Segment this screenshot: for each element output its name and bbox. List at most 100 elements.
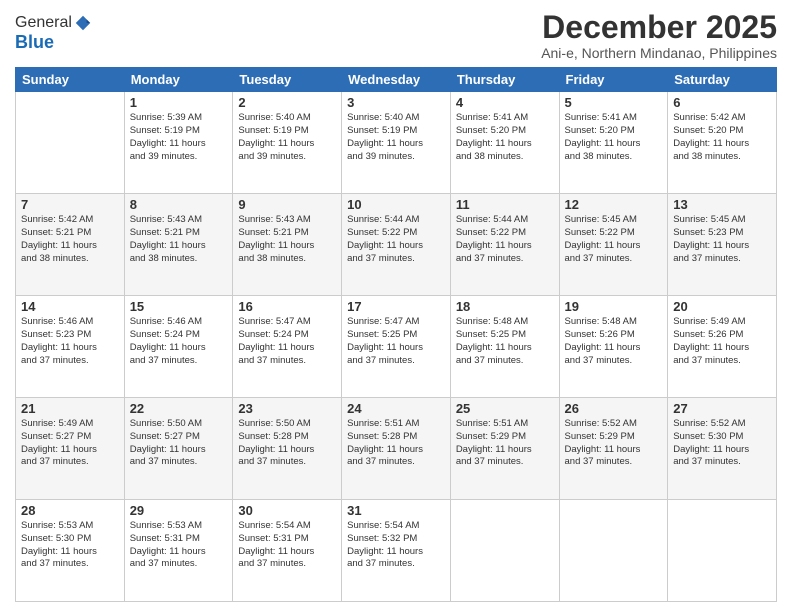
day-info: Sunrise: 5:44 AMSunset: 5:22 PMDaylight:… (347, 214, 445, 265)
logo-icon (74, 14, 92, 32)
calendar-cell: 9 Sunrise: 5:43 AMSunset: 5:21 PMDaylight… (233, 194, 342, 296)
day-info: Sunrise: 5:42 AMSunset: 5:20 PMDaylight:… (673, 112, 771, 163)
day-info: Sunrise: 5:41 AMSunset: 5:20 PMDaylight:… (565, 112, 663, 163)
day-info: Sunrise: 5:51 AMSunset: 5:28 PMDaylight:… (347, 418, 445, 469)
day-info: Sunrise: 5:39 AMSunset: 5:19 PMDaylight:… (130, 112, 228, 163)
calendar-cell (16, 92, 125, 194)
logo-general: General (15, 14, 72, 32)
day-info: Sunrise: 5:43 AMSunset: 5:21 PMDaylight:… (238, 214, 336, 265)
day-number: 8 (130, 197, 228, 212)
calendar-cell: 17Sunrise: 5:47 AMSunset: 5:25 PMDayligh… (342, 296, 451, 398)
day-info: Sunrise: 5:48 AMSunset: 5:25 PMDaylight:… (456, 316, 554, 367)
day-number: 31 (347, 503, 445, 518)
calendar-cell: 21 Sunrise: 5:49 AMSunset: 5:27 PMDayligh… (16, 398, 125, 500)
calendar-cell: 24 Sunrise: 5:51 AMSunset: 5:28 PMDayligh… (342, 398, 451, 500)
calendar-cell: 20 Sunrise: 5:49 AMSunset: 5:26 PMDayligh… (668, 296, 777, 398)
day-info: Sunrise: 5:40 AMSunset: 5:19 PMDaylight:… (238, 112, 336, 163)
day-info: Sunrise: 5:48 AMSunset: 5:26 PMDaylight:… (565, 316, 663, 367)
day-info: Sunrise: 5:43 AMSunset: 5:21 PMDaylight:… (130, 214, 228, 265)
day-number: 29 (130, 503, 228, 518)
day-info: Sunrise: 5:50 AMSunset: 5:27 PMDaylight:… (130, 418, 228, 469)
calendar-cell: 13Sunrise: 5:45 AMSunset: 5:23 PMDayligh… (668, 194, 777, 296)
day-info: Sunrise: 5:44 AMSunset: 5:22 PMDaylight:… (456, 214, 554, 265)
page: General Blue December 2025 Ani-e, Northe… (0, 0, 792, 612)
day-number: 14 (21, 299, 119, 314)
weekday-header-thursday: Thursday (450, 68, 559, 92)
calendar-cell: 16 Sunrise: 5:47 AMSunset: 5:24 PMDayligh… (233, 296, 342, 398)
day-number: 9 (238, 197, 336, 212)
calendar-cell: 10 Sunrise: 5:44 AMSunset: 5:22 PMDayligh… (342, 194, 451, 296)
calendar-cell: 12 Sunrise: 5:45 AMSunset: 5:22 PMDayligh… (559, 194, 668, 296)
calendar-cell: 1 Sunrise: 5:39 AMSunset: 5:19 PMDaylight… (124, 92, 233, 194)
calendar-cell (668, 500, 777, 602)
calendar-cell: 19 Sunrise: 5:48 AMSunset: 5:26 PMDayligh… (559, 296, 668, 398)
calendar-cell: 22Sunrise: 5:50 AMSunset: 5:27 PMDayligh… (124, 398, 233, 500)
day-number: 7 (21, 197, 119, 212)
day-info: Sunrise: 5:46 AMSunset: 5:23 PMDaylight:… (21, 316, 119, 367)
calendar-table: SundayMondayTuesdayWednesdayThursdayFrid… (15, 67, 777, 602)
calendar-cell: 15Sunrise: 5:46 AMSunset: 5:24 PMDayligh… (124, 296, 233, 398)
logo: General Blue (15, 14, 92, 53)
day-info: Sunrise: 5:41 AMSunset: 5:20 PMDaylight:… (456, 112, 554, 163)
calendar-cell: 25Sunrise: 5:51 AMSunset: 5:29 PMDayligh… (450, 398, 559, 500)
month-title: December 2025 (541, 10, 777, 45)
calendar-week-5: 28 Sunrise: 5:53 AMSunset: 5:30 PMDayligh… (16, 500, 777, 602)
calendar-cell: 31Sunrise: 5:54 AMSunset: 5:32 PMDayligh… (342, 500, 451, 602)
logo-text: General Blue (15, 14, 92, 53)
calendar-cell (559, 500, 668, 602)
weekday-header-friday: Friday (559, 68, 668, 92)
day-number: 19 (565, 299, 663, 314)
calendar-cell: 2 Sunrise: 5:40 AMSunset: 5:19 PMDaylight… (233, 92, 342, 194)
day-info: Sunrise: 5:49 AMSunset: 5:27 PMDaylight:… (21, 418, 119, 469)
weekday-header-monday: Monday (124, 68, 233, 92)
calendar-cell: 18Sunrise: 5:48 AMSunset: 5:25 PMDayligh… (450, 296, 559, 398)
calendar-cell: 27Sunrise: 5:52 AMSunset: 5:30 PMDayligh… (668, 398, 777, 500)
day-info: Sunrise: 5:53 AMSunset: 5:30 PMDaylight:… (21, 520, 119, 571)
calendar-cell: 8 Sunrise: 5:43 AMSunset: 5:21 PMDaylight… (124, 194, 233, 296)
day-number: 16 (238, 299, 336, 314)
day-number: 3 (347, 95, 445, 110)
day-info: Sunrise: 5:40 AMSunset: 5:19 PMDaylight:… (347, 112, 445, 163)
weekday-header-sunday: Sunday (16, 68, 125, 92)
day-number: 20 (673, 299, 771, 314)
day-info: Sunrise: 5:51 AMSunset: 5:29 PMDaylight:… (456, 418, 554, 469)
calendar-week-1: 1 Sunrise: 5:39 AMSunset: 5:19 PMDaylight… (16, 92, 777, 194)
day-number: 11 (456, 197, 554, 212)
header: General Blue December 2025 Ani-e, Northe… (15, 10, 777, 61)
day-number: 5 (565, 95, 663, 110)
day-number: 1 (130, 95, 228, 110)
calendar-cell: 28 Sunrise: 5:53 AMSunset: 5:30 PMDayligh… (16, 500, 125, 602)
calendar-cell: 6 Sunrise: 5:42 AMSunset: 5:20 PMDaylight… (668, 92, 777, 194)
day-number: 12 (565, 197, 663, 212)
calendar-cell: 11 Sunrise: 5:44 AMSunset: 5:22 PMDayligh… (450, 194, 559, 296)
title-section: December 2025 Ani-e, Northern Mindanao, … (541, 10, 777, 61)
day-number: 10 (347, 197, 445, 212)
calendar-cell: 14 Sunrise: 5:46 AMSunset: 5:23 PMDayligh… (16, 296, 125, 398)
day-info: Sunrise: 5:46 AMSunset: 5:24 PMDaylight:… (130, 316, 228, 367)
calendar-cell: 26Sunrise: 5:52 AMSunset: 5:29 PMDayligh… (559, 398, 668, 500)
day-number: 21 (21, 401, 119, 416)
calendar-cell: 3 Sunrise: 5:40 AMSunset: 5:19 PMDaylight… (342, 92, 451, 194)
location-subtitle: Ani-e, Northern Mindanao, Philippines (541, 45, 777, 61)
day-number: 30 (238, 503, 336, 518)
day-number: 24 (347, 401, 445, 416)
calendar-cell: 5 Sunrise: 5:41 AMSunset: 5:20 PMDaylight… (559, 92, 668, 194)
calendar-cell: 23Sunrise: 5:50 AMSunset: 5:28 PMDayligh… (233, 398, 342, 500)
day-number: 6 (673, 95, 771, 110)
day-info: Sunrise: 5:45 AMSunset: 5:22 PMDaylight:… (565, 214, 663, 265)
day-number: 28 (21, 503, 119, 518)
day-number: 2 (238, 95, 336, 110)
day-info: Sunrise: 5:53 AMSunset: 5:31 PMDaylight:… (130, 520, 228, 571)
calendar-cell (450, 500, 559, 602)
day-number: 13 (673, 197, 771, 212)
weekday-header-wednesday: Wednesday (342, 68, 451, 92)
weekday-header-tuesday: Tuesday (233, 68, 342, 92)
day-number: 27 (673, 401, 771, 416)
calendar-week-4: 21 Sunrise: 5:49 AMSunset: 5:27 PMDayligh… (16, 398, 777, 500)
day-number: 26 (565, 401, 663, 416)
day-info: Sunrise: 5:54 AMSunset: 5:31 PMDaylight:… (238, 520, 336, 571)
day-number: 17 (347, 299, 445, 314)
day-info: Sunrise: 5:47 AMSunset: 5:24 PMDaylight:… (238, 316, 336, 367)
day-info: Sunrise: 5:42 AMSunset: 5:21 PMDaylight:… (21, 214, 119, 265)
day-info: Sunrise: 5:49 AMSunset: 5:26 PMDaylight:… (673, 316, 771, 367)
